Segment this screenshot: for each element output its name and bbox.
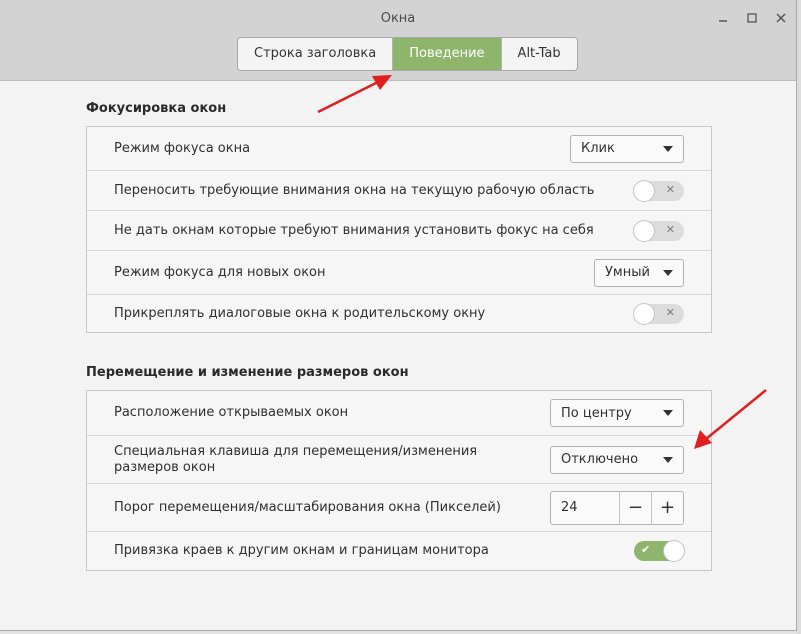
switch-knob (634, 220, 654, 241)
setting-label: Специальная клавиша для перемещения/изме… (114, 443, 478, 475)
window-placement-dropdown[interactable]: По центру (550, 399, 684, 427)
tab-titlebar[interactable]: Строка заголовка (238, 38, 394, 70)
move-attention-windows-switch[interactable]: ✕ (634, 180, 684, 201)
decrement-button[interactable]: − (620, 491, 652, 524)
setting-label: Привязка краев к другим окнам и границам… (114, 543, 489, 558)
dropdown-value: Клик (581, 141, 615, 156)
window-title: Окна (380, 11, 416, 26)
dropdown-arrow-icon (663, 269, 673, 276)
setting-label: Прикреплять диалоговые окна к родительск… (114, 305, 486, 321)
focus-mode-dropdown[interactable]: Клик (570, 134, 684, 163)
edge-snapping-switch[interactable]: ✔ (634, 541, 684, 561)
maximize-icon[interactable] (743, 9, 761, 27)
setting-row-window-placement: Расположение открываемых окон По центру (87, 391, 711, 436)
dropdown-arrow-icon (663, 410, 673, 416)
setting-label: Порог перемещения/масштабирования окна (… (114, 499, 501, 515)
switch-off-icon: ✕ (665, 305, 675, 319)
dropdown-value: Отключено (561, 452, 639, 467)
setting-row-modifier-key: Специальная клавиша для перемещения/изме… (87, 436, 711, 484)
dropdown-value: Умный (605, 265, 650, 280)
desktop-edge (797, 0, 801, 634)
drag-threshold-spinbox: 24 − + (550, 490, 684, 525)
setting-label: Переносить требующие внимания окна на те… (114, 182, 595, 198)
setting-label: Не дать окнам которые требуют внимания у… (114, 222, 594, 238)
tab-bar: Строка заголовка Поведение Alt-Tab (237, 37, 578, 71)
setting-label: Расположение открываемых окон (114, 405, 349, 420)
titlebar: Окна Строка заголовка Поведение Alt-Tab (0, 0, 796, 81)
section-title-focus: Фокусировка окон (86, 101, 227, 116)
setting-row-attach-dialogs: Прикреплять диалоговые окна к родительск… (87, 295, 711, 332)
dropdown-arrow-icon (663, 145, 673, 152)
dropdown-value: По центру (561, 405, 632, 421)
switch-on-check-icon: ✔ (641, 543, 651, 556)
focus-settings-box: Режим фокуса окна Клик Переносить требую… (86, 126, 712, 333)
drag-threshold-input[interactable]: 24 (551, 491, 620, 524)
new-window-focus-dropdown[interactable]: Умный (594, 258, 684, 287)
window: Окна Строка заголовка Поведение Alt-Tab … (0, 0, 797, 631)
section-title-move-resize: Перемещение и изменение размеров окон (86, 365, 409, 380)
setting-row-prevent-focus-stealing: Не дать окнам которые требуют внимания у… (87, 211, 711, 251)
close-icon[interactable] (772, 9, 790, 27)
setting-row-focus-mode: Режим фокуса окна Клик (87, 127, 711, 171)
modifier-key-dropdown[interactable]: Отключено (550, 445, 684, 474)
minimize-icon[interactable] (714, 9, 732, 27)
switch-knob (664, 541, 684, 561)
setting-row-new-window-focus: Режим фокуса для новых окон Умный (87, 251, 711, 295)
setting-label: Режим фокуса для новых окон (114, 264, 326, 280)
dropdown-arrow-icon (663, 456, 673, 463)
move-resize-settings-box: Расположение открываемых окон По центру … (86, 390, 712, 571)
switch-off-icon: ✕ (665, 182, 675, 196)
switch-knob (634, 180, 654, 201)
attach-dialogs-switch[interactable]: ✕ (634, 303, 684, 324)
increment-button[interactable]: + (652, 492, 683, 524)
switch-off-icon: ✕ (665, 222, 675, 236)
switch-knob (634, 303, 654, 324)
tab-alt-tab[interactable]: Alt-Tab (501, 38, 577, 70)
setting-row-move-attention-windows: Переносить требующие внимания окна на те… (87, 171, 711, 211)
setting-label: Режим фокуса окна (114, 140, 251, 156)
prevent-focus-stealing-switch[interactable]: ✕ (634, 220, 684, 241)
setting-row-drag-threshold: Порог перемещения/масштабирования окна (… (87, 484, 711, 532)
setting-row-edge-snapping: Привязка краев к другим окнам и границам… (87, 532, 711, 570)
tab-behavior[interactable]: Поведение (393, 38, 502, 70)
